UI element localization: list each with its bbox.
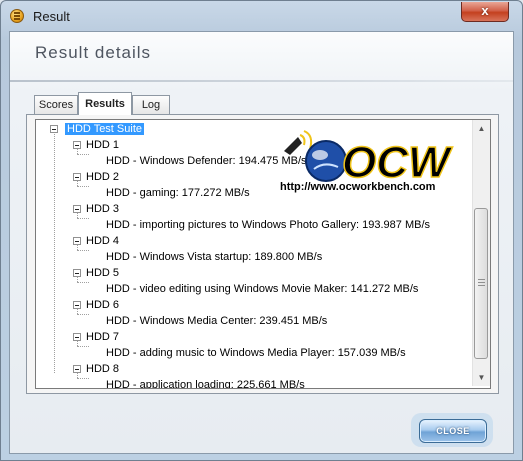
- collapse-icon[interactable]: [73, 141, 81, 149]
- tree-node-hdd-7[interactable]: HDD 7: [86, 330, 119, 344]
- tree-node-hdd-3[interactable]: HDD 3: [86, 202, 119, 216]
- page-title: Result details: [35, 43, 152, 62]
- tree-node-hdd-8[interactable]: HDD 8: [86, 362, 119, 376]
- tree-node-hdd-4[interactable]: HDD 4: [86, 234, 119, 248]
- grip-line: [478, 282, 485, 283]
- tree-node-hdd-5[interactable]: HDD 5: [86, 266, 119, 280]
- tree-leaf-line: [77, 314, 89, 315]
- collapse-icon[interactable]: [50, 125, 58, 133]
- tree-leaf-line: [77, 250, 89, 251]
- header-divider: [10, 80, 513, 82]
- client-area: Result details Scores Results Log HDD Te…: [9, 31, 514, 454]
- close-button[interactable]: CLOSE: [419, 419, 487, 443]
- grip-line: [478, 279, 485, 280]
- tree-leaf-result[interactable]: HDD - video editing using Windows Movie …: [106, 282, 418, 296]
- collapse-icon[interactable]: [73, 237, 81, 245]
- tree-leaf-line: [77, 378, 89, 379]
- collapse-icon[interactable]: [73, 365, 81, 373]
- tree-leaf-line: [77, 186, 89, 187]
- results-tree[interactable]: HDD Test Suite HDD 1 HDD - Windows Defen…: [35, 119, 491, 389]
- window-title: Result: [33, 9, 70, 24]
- collapse-icon[interactable]: [73, 269, 81, 277]
- tree-node-hdd-2[interactable]: HDD 2: [86, 170, 119, 184]
- collapse-icon[interactable]: [73, 205, 81, 213]
- title-bar[interactable]: Result x: [1, 1, 522, 31]
- window-close-button[interactable]: x: [461, 2, 509, 22]
- tree-leaf-result[interactable]: HDD - Windows Media Center: 239.451 MB/s: [106, 314, 327, 328]
- tree-node-hdd-1[interactable]: HDD 1: [86, 138, 119, 152]
- tree-node-hdd-6[interactable]: HDD 6: [86, 298, 119, 312]
- logo-url: http://www.ocworkbench.com: [280, 181, 436, 193]
- tree-leaf-line: [77, 346, 89, 347]
- tree-leaf-line: [77, 282, 89, 283]
- tree-leaf-result[interactable]: HDD - importing pictures to Windows Phot…: [106, 218, 430, 232]
- app-icon: [10, 9, 24, 23]
- up-arrow-icon[interactable]: ▲: [473, 120, 490, 137]
- tree-leaf-line: [77, 218, 89, 219]
- collapse-icon[interactable]: [73, 333, 81, 341]
- down-arrow-icon[interactable]: ▼: [473, 369, 490, 386]
- tree-leaf-result[interactable]: HDD - Windows Vista startup: 189.800 MB/…: [106, 250, 322, 264]
- collapse-icon[interactable]: [73, 301, 81, 309]
- tab-scores[interactable]: Scores: [34, 95, 78, 114]
- collapse-icon[interactable]: [73, 173, 81, 181]
- tree-root-node[interactable]: HDD Test Suite: [65, 122, 144, 136]
- tab-log[interactable]: Log: [132, 95, 170, 114]
- grip-line: [478, 285, 485, 286]
- logo-text: OCW: [342, 138, 453, 187]
- tree-leaf-line: [77, 154, 89, 155]
- result-window: Result x Result details Scores Results L…: [0, 0, 523, 461]
- close-icon: x: [481, 3, 489, 18]
- tree-leaf-result[interactable]: HDD - application loading: 225.661 MB/s: [106, 378, 305, 388]
- antenna-icon: [284, 130, 313, 155]
- vertical-scrollbar[interactable]: ▲ ▼: [472, 120, 490, 386]
- tree-leaf-result[interactable]: HDD - adding music to Windows Media Play…: [106, 346, 406, 360]
- tree-leaf-result[interactable]: HDD - gaming: 177.272 MB/s: [106, 186, 250, 200]
- tab-results[interactable]: Results: [78, 92, 132, 115]
- tree-root-line: [54, 131, 55, 373]
- scrollbar-thumb[interactable]: [474, 208, 488, 359]
